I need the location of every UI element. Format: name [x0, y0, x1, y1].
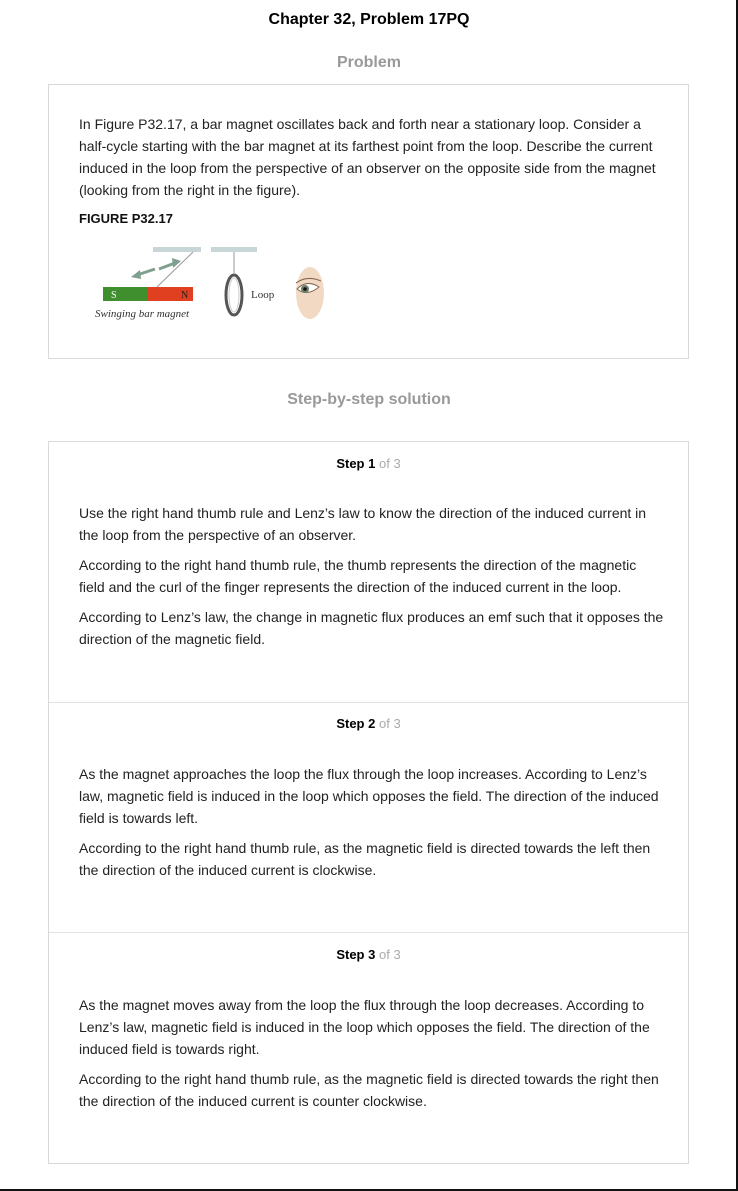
magnet-south — [103, 287, 147, 301]
step-1: Step 1 of 3 Use the right hand thumb rul… — [49, 442, 688, 703]
magnet-string — [156, 251, 194, 288]
magnet-support — [153, 247, 201, 252]
step-1-count: of 3 — [378, 456, 401, 471]
step-2-header: Step 2 of 3 — [49, 716, 688, 731]
loop-support — [211, 247, 257, 252]
observer-eye-icon — [295, 267, 324, 319]
page-title: Chapter 32, Problem 17PQ — [268, 11, 470, 28]
figure-magnet-loop: S N Swinging bar magnet Loop — [95, 247, 324, 320]
step-3-label: Step 3 — [336, 947, 376, 962]
magnet-n-label: N — [181, 290, 188, 301]
magnet-caption: Swinging bar magnet — [95, 308, 190, 320]
swing-arrows — [131, 258, 181, 279]
step-2-paragraph: As the magnet approaches the loop the fl… — [79, 766, 659, 826]
solution-box: Step 1 of 3 Use the right hand thumb rul… — [48, 441, 689, 1164]
step-1-label: Step 1 — [336, 456, 376, 471]
problem-box: In Figure P32.17, a bar magnet oscillate… — [48, 84, 689, 359]
loop-label: Loop — [251, 289, 275, 301]
step-2-count: of 3 — [378, 716, 401, 731]
step-3-count: of 3 — [378, 947, 401, 962]
problem-heading: Problem — [336, 54, 401, 71]
step-3-body: As the magnet moves away from the loop t… — [79, 994, 664, 1120]
step-3-paragraph: According to the right hand thumb rule, … — [79, 1071, 659, 1109]
step-2-body: As the magnet approaches the loop the fl… — [79, 763, 664, 889]
magnet-s-label: S — [111, 290, 117, 301]
step-1-body: Use the right hand thumb rule and Lenz’s… — [79, 502, 664, 658]
step-2: Step 2 of 3 As the magnet approaches the… — [49, 702, 688, 933]
step-1-header: Step 1 of 3 — [49, 456, 688, 471]
step-2-label: Step 2 — [336, 716, 376, 731]
solution-heading: Step-by-step solution — [287, 391, 451, 408]
step-3-paragraph: As the magnet moves away from the loop t… — [79, 997, 650, 1057]
step-3-header: Step 3 of 3 — [49, 947, 688, 962]
problem-text: In Figure P32.17, a bar magnet oscillate… — [79, 116, 656, 198]
step-1-paragraph: According to the right hand thumb rule, … — [79, 557, 637, 595]
loop-ring — [224, 273, 244, 317]
step-3: Step 3 of 3 As the magnet moves away fro… — [49, 933, 688, 1163]
step-2-paragraph: According to the right hand thumb rule, … — [79, 840, 651, 878]
figure-label: FIGURE P32.17 — [79, 211, 173, 226]
step-1-paragraph: Use the right hand thumb rule and Lenz’s… — [79, 505, 647, 543]
step-1-paragraph: According to Lenz’s law, the change in m… — [79, 609, 664, 647]
